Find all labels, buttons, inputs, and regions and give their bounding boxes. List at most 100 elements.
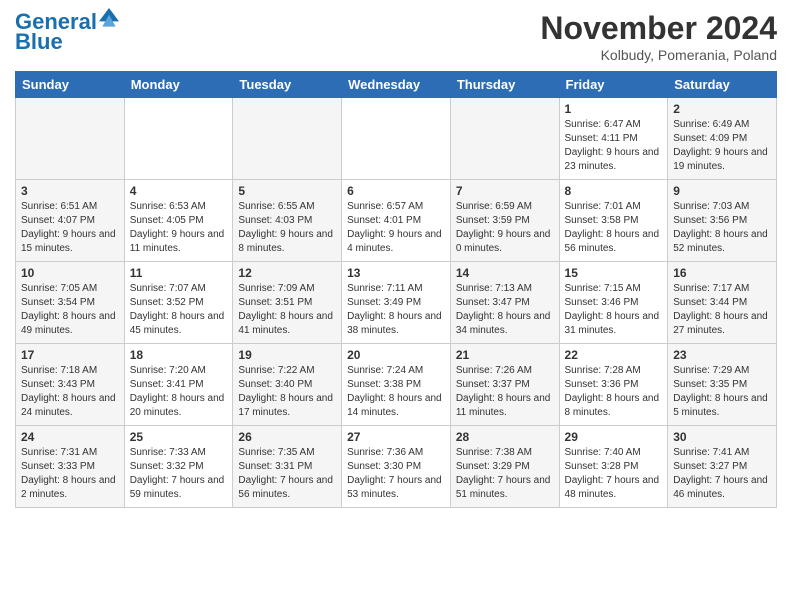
day-number: 7 — [456, 184, 554, 198]
day-number: 19 — [238, 348, 336, 362]
page-container: General Blue November 2024 Kolbudy, Pome… — [0, 0, 792, 518]
location: Kolbudy, Pomerania, Poland — [540, 47, 777, 63]
day-info: Sunrise: 6:55 AM Sunset: 4:03 PM Dayligh… — [238, 200, 336, 256]
day-info: Sunrise: 7:24 AM Sunset: 3:38 PM Dayligh… — [347, 364, 445, 420]
day-number: 11 — [130, 266, 228, 280]
day-info: Sunrise: 7:17 AM Sunset: 3:44 PM Dayligh… — [673, 282, 771, 338]
week-row-5: 24 Sunrise: 7:31 AM Sunset: 3:33 PM Dayli… — [16, 426, 777, 508]
day-number: 3 — [21, 184, 119, 198]
header-row: Sunday Monday Tuesday Wednesday Thursday… — [16, 72, 777, 98]
calendar-table: Sunday Monday Tuesday Wednesday Thursday… — [15, 71, 777, 508]
calendar-cell: 17 Sunrise: 7:18 AM Sunset: 3:43 PM Dayli… — [16, 344, 125, 426]
col-thursday: Thursday — [450, 72, 559, 98]
day-info: Sunrise: 7:26 AM Sunset: 3:37 PM Dayligh… — [456, 364, 554, 420]
calendar-cell: 27 Sunrise: 7:36 AM Sunset: 3:30 PM Dayli… — [342, 426, 451, 508]
calendar-cell: 23Sunrise: 7:29 AM Sunset: 3:35 PM Dayli… — [668, 344, 777, 426]
col-monday: Monday — [124, 72, 233, 98]
calendar-cell — [233, 98, 342, 180]
calendar-cell: 16 Sunrise: 7:17 AM Sunset: 3:44 PM Dayli… — [668, 262, 777, 344]
day-info: Sunrise: 7:28 AM Sunset: 3:36 PM Dayligh… — [565, 364, 663, 420]
day-number: 30 — [673, 430, 771, 444]
day-info: Sunrise: 7:11 AM Sunset: 3:49 PM Dayligh… — [347, 282, 445, 338]
day-number: 26 — [238, 430, 336, 444]
day-info: Sunrise: 7:09 AM Sunset: 3:51 PM Dayligh… — [238, 282, 336, 338]
day-info: Sunrise: 6:51 AM Sunset: 4:07 PM Dayligh… — [21, 200, 119, 256]
col-wednesday: Wednesday — [342, 72, 451, 98]
day-number: 17 — [21, 348, 119, 362]
calendar-cell: 13 Sunrise: 7:11 AM Sunset: 3:49 PM Dayli… — [342, 262, 451, 344]
day-number: 20 — [347, 348, 445, 362]
day-number: 12 — [238, 266, 336, 280]
day-number: 24 — [21, 430, 119, 444]
calendar-cell: 19 Sunrise: 7:22 AM Sunset: 3:40 PM Dayli… — [233, 344, 342, 426]
day-info: Sunrise: 7:40 AM Sunset: 3:28 PM Dayligh… — [565, 446, 663, 502]
day-number: 13 — [347, 266, 445, 280]
day-number: 9 — [673, 184, 771, 198]
day-info: Sunrise: 7:01 AM Sunset: 3:58 PM Dayligh… — [565, 200, 663, 256]
day-info: Sunrise: 6:49 AM Sunset: 4:09 PM Dayligh… — [673, 118, 771, 174]
calendar-cell: 10 Sunrise: 7:05 AM Sunset: 3:54 PM Dayli… — [16, 262, 125, 344]
day-number: 18 — [130, 348, 228, 362]
day-number: 14 — [456, 266, 554, 280]
week-row-2: 3 Sunrise: 6:51 AM Sunset: 4:07 PM Daylig… — [16, 180, 777, 262]
day-info: Sunrise: 7:22 AM Sunset: 3:40 PM Dayligh… — [238, 364, 336, 420]
day-info: Sunrise: 7:41 AM Sunset: 3:27 PM Dayligh… — [673, 446, 771, 502]
calendar-cell: 20 Sunrise: 7:24 AM Sunset: 3:38 PM Dayli… — [342, 344, 451, 426]
day-info: Sunrise: 6:47 AM Sunset: 4:11 PM Dayligh… — [565, 118, 663, 174]
calendar-cell: 24 Sunrise: 7:31 AM Sunset: 3:33 PM Dayli… — [16, 426, 125, 508]
calendar-cell: 2Sunrise: 6:49 AM Sunset: 4:09 PM Daylig… — [668, 98, 777, 180]
day-info: Sunrise: 7:05 AM Sunset: 3:54 PM Dayligh… — [21, 282, 119, 338]
day-number: 4 — [130, 184, 228, 198]
calendar-cell: 29 Sunrise: 7:40 AM Sunset: 3:28 PM Dayli… — [559, 426, 668, 508]
calendar-cell: 28 Sunrise: 7:38 AM Sunset: 3:29 PM Dayli… — [450, 426, 559, 508]
logo-icon — [99, 8, 119, 28]
day-info: Sunrise: 7:38 AM Sunset: 3:29 PM Dayligh… — [456, 446, 554, 502]
calendar-cell — [342, 98, 451, 180]
day-number: 16 — [673, 266, 771, 280]
calendar-cell: 12 Sunrise: 7:09 AM Sunset: 3:51 PM Dayli… — [233, 262, 342, 344]
day-number: 27 — [347, 430, 445, 444]
day-info: Sunrise: 7:18 AM Sunset: 3:43 PM Dayligh… — [21, 364, 119, 420]
calendar-cell — [450, 98, 559, 180]
day-number: 10 — [21, 266, 119, 280]
day-number: 25 — [130, 430, 228, 444]
day-number: 6 — [347, 184, 445, 198]
calendar-cell: 9 Sunrise: 7:03 AM Sunset: 3:56 PM Daylig… — [668, 180, 777, 262]
day-info: Sunrise: 7:03 AM Sunset: 3:56 PM Dayligh… — [673, 200, 771, 256]
col-sunday: Sunday — [16, 72, 125, 98]
day-info: Sunrise: 7:07 AM Sunset: 3:52 PM Dayligh… — [130, 282, 228, 338]
day-number: 23 — [673, 348, 771, 362]
week-row-3: 10 Sunrise: 7:05 AM Sunset: 3:54 PM Dayli… — [16, 262, 777, 344]
calendar-cell: 22 Sunrise: 7:28 AM Sunset: 3:36 PM Dayli… — [559, 344, 668, 426]
calendar-cell: 25 Sunrise: 7:33 AM Sunset: 3:32 PM Dayli… — [124, 426, 233, 508]
calendar-cell — [16, 98, 125, 180]
day-info: Sunrise: 6:57 AM Sunset: 4:01 PM Dayligh… — [347, 200, 445, 256]
day-info: Sunrise: 7:31 AM Sunset: 3:33 PM Dayligh… — [21, 446, 119, 502]
calendar-cell: 30 Sunrise: 7:41 AM Sunset: 3:27 PM Dayli… — [668, 426, 777, 508]
day-info: Sunrise: 7:33 AM Sunset: 3:32 PM Dayligh… — [130, 446, 228, 502]
week-row-4: 17 Sunrise: 7:18 AM Sunset: 3:43 PM Dayli… — [16, 344, 777, 426]
calendar-cell: 4 Sunrise: 6:53 AM Sunset: 4:05 PM Daylig… — [124, 180, 233, 262]
day-number: 28 — [456, 430, 554, 444]
day-info: Sunrise: 6:53 AM Sunset: 4:05 PM Dayligh… — [130, 200, 228, 256]
calendar-cell: 5 Sunrise: 6:55 AM Sunset: 4:03 PM Daylig… — [233, 180, 342, 262]
calendar-cell: 7 Sunrise: 6:59 AM Sunset: 3:59 PM Daylig… — [450, 180, 559, 262]
calendar-cell: 14 Sunrise: 7:13 AM Sunset: 3:47 PM Dayli… — [450, 262, 559, 344]
day-info: Sunrise: 7:36 AM Sunset: 3:30 PM Dayligh… — [347, 446, 445, 502]
calendar-cell: 3 Sunrise: 6:51 AM Sunset: 4:07 PM Daylig… — [16, 180, 125, 262]
day-info: Sunrise: 7:20 AM Sunset: 3:41 PM Dayligh… — [130, 364, 228, 420]
calendar-cell: 26Sunrise: 7:35 AM Sunset: 3:31 PM Dayli… — [233, 426, 342, 508]
day-number: 22 — [565, 348, 663, 362]
day-info: Sunrise: 7:13 AM Sunset: 3:47 PM Dayligh… — [456, 282, 554, 338]
day-number: 21 — [456, 348, 554, 362]
calendar-cell: 11 Sunrise: 7:07 AM Sunset: 3:52 PM Dayli… — [124, 262, 233, 344]
title-block: November 2024 Kolbudy, Pomerania, Poland — [540, 10, 777, 63]
calendar-cell: 18 Sunrise: 7:20 AM Sunset: 3:41 PM Dayli… — [124, 344, 233, 426]
calendar-cell: 21 Sunrise: 7:26 AM Sunset: 3:37 PM Dayli… — [450, 344, 559, 426]
day-number: 29 — [565, 430, 663, 444]
header: General Blue November 2024 Kolbudy, Pome… — [15, 10, 777, 63]
day-number: 5 — [238, 184, 336, 198]
calendar-cell: 6 Sunrise: 6:57 AM Sunset: 4:01 PM Daylig… — [342, 180, 451, 262]
day-info: Sunrise: 6:59 AM Sunset: 3:59 PM Dayligh… — [456, 200, 554, 256]
month-title: November 2024 — [540, 10, 777, 47]
